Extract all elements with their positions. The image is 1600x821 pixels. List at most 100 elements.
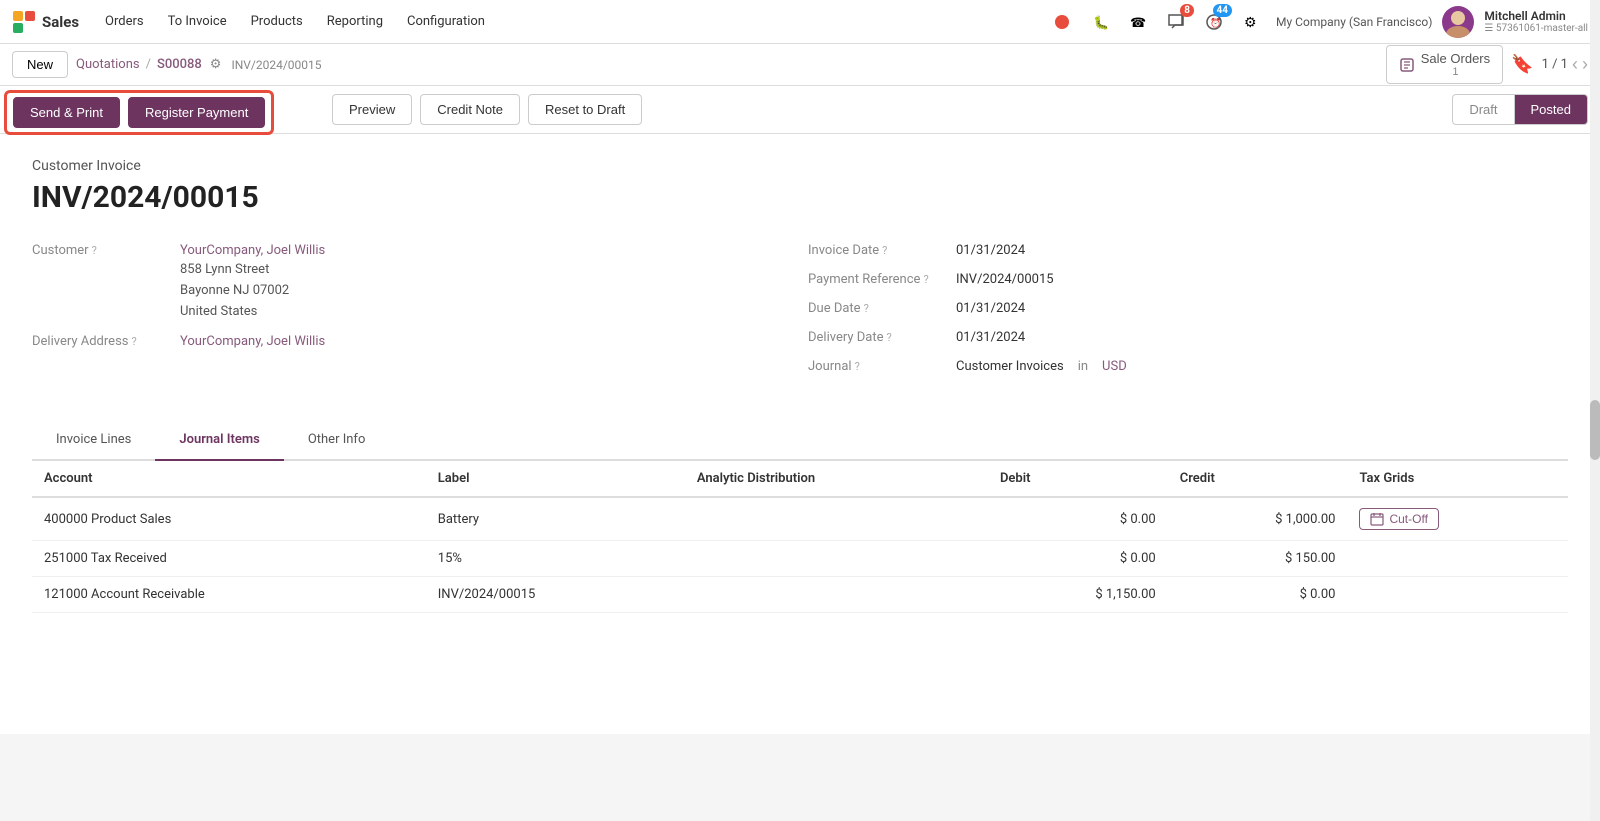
- main-content: Customer Invoice INV/2024/00015 Customer…: [0, 134, 1600, 734]
- invoice-date-field: Invoice Date ? 01/31/2024: [808, 243, 1568, 258]
- journal-in: in: [1078, 359, 1088, 374]
- reset-to-draft-button[interactable]: Reset to Draft: [528, 94, 642, 125]
- pagination: 1 / 1 ‹ ›: [1542, 54, 1588, 75]
- th-tax-grids: Tax Grids: [1347, 461, 1568, 497]
- posted-status-button[interactable]: Posted: [1515, 94, 1588, 125]
- nav-orders[interactable]: Orders: [95, 8, 154, 35]
- delivery-date-help-icon[interactable]: ?: [887, 331, 892, 344]
- form-grid: Customer ? YourCompany, Joel Willis 858 …: [32, 243, 1568, 388]
- chat-btn[interactable]: 8: [1162, 8, 1190, 36]
- scrollbar-thumb[interactable]: [1590, 400, 1600, 460]
- delivery-date-value: 01/31/2024: [956, 330, 1025, 345]
- th-analytic: Analytic Distribution: [685, 461, 988, 497]
- th-label: Label: [426, 461, 685, 497]
- preview-button[interactable]: Preview: [332, 94, 412, 125]
- prev-page-button[interactable]: ‹: [1572, 54, 1578, 75]
- app-logo[interactable]: Sales: [12, 10, 79, 34]
- sale-orders-label: Sale Orders: [1421, 51, 1490, 66]
- new-button[interactable]: New: [12, 51, 68, 78]
- row3-tax-grids: [1347, 577, 1568, 613]
- tab-other-info[interactable]: Other Info: [284, 420, 390, 461]
- row3-credit: $ 0.00: [1168, 577, 1348, 613]
- customer-name[interactable]: YourCompany, Joel Willis: [180, 243, 325, 258]
- next-page-button[interactable]: ›: [1582, 54, 1588, 75]
- journal-help-icon[interactable]: ?: [855, 360, 860, 373]
- journal-items-table: Account Label Analytic Distribution Debi…: [32, 461, 1568, 613]
- status-buttons: Draft Posted: [1452, 94, 1588, 125]
- nav-products[interactable]: Products: [241, 8, 313, 35]
- breadcrumb-right: Sale Orders 1 🔖 1 / 1 ‹ ›: [1386, 45, 1588, 84]
- row2-analytic: [685, 541, 988, 577]
- support-btn[interactable]: ☎: [1124, 8, 1152, 36]
- row1-tax-grids: Cut-Off: [1347, 497, 1568, 541]
- svg-text:☎: ☎: [1130, 16, 1146, 30]
- bookmark-icon[interactable]: 🔖: [1511, 54, 1533, 75]
- nav-reporting[interactable]: Reporting: [317, 8, 393, 35]
- journal-label: Journal ?: [808, 359, 948, 374]
- row2-debit: $ 0.00: [988, 541, 1168, 577]
- top-navigation: Sales Orders To Invoice Products Reporti…: [0, 0, 1600, 44]
- pagination-text: 1 / 1: [1542, 57, 1568, 72]
- cutoff-button[interactable]: Cut-Off: [1359, 508, 1438, 530]
- row1-credit: $ 1,000.00: [1168, 497, 1348, 541]
- due-date-field: Due Date ? 01/31/2024: [808, 301, 1568, 316]
- action-bar: Send & Print Register Payment Preview Cr…: [0, 86, 1600, 134]
- right-fields: Invoice Date ? 01/31/2024 Payment Refere…: [808, 243, 1568, 388]
- row2-credit: $ 150.00: [1168, 541, 1348, 577]
- company-name: My Company (San Francisco): [1276, 15, 1432, 29]
- table-row: 251000 Tax Received 15% $ 0.00 $ 150.00: [32, 541, 1568, 577]
- breadcrumb-bar: New Quotations / S00088 ⚙ INV/2024/00015…: [0, 44, 1600, 86]
- delivery-address-field: Delivery Address ? YourCompany, Joel Wil…: [32, 334, 792, 349]
- tab-journal-items[interactable]: Journal Items: [155, 420, 283, 461]
- journal-field: Journal ? Customer Invoices in USD: [808, 359, 1568, 374]
- breadcrumb-sub: INV/2024/00015: [231, 58, 321, 72]
- due-date-help-icon[interactable]: ?: [864, 302, 869, 315]
- svg-text:⏰: ⏰: [1210, 17, 1221, 29]
- settings-gear-icon[interactable]: ⚙: [210, 57, 222, 72]
- delivery-address-value[interactable]: YourCompany, Joel Willis: [180, 334, 325, 349]
- tab-invoice-lines[interactable]: Invoice Lines: [32, 420, 155, 461]
- row3-label: INV/2024/00015: [426, 577, 685, 613]
- customer-help-icon[interactable]: ?: [92, 244, 97, 257]
- tabs: Invoice Lines Journal Items Other Info: [32, 420, 1568, 461]
- nav-right-icons: 🐛 ☎ 8 ⏰ 44 ⚙ My Company (San Francisco) …: [1048, 6, 1588, 38]
- currency-link[interactable]: USD: [1102, 359, 1127, 374]
- row1-account: 400000 Product Sales: [32, 497, 426, 541]
- app-title: Sales: [42, 13, 79, 31]
- nav-menu: Orders To Invoice Products Reporting Con…: [95, 8, 495, 35]
- customer-address: 858 Lynn StreetBayonne NJ 07002United St…: [180, 260, 325, 322]
- send-print-button[interactable]: Send & Print: [13, 97, 120, 128]
- row3-debit: $ 1,150.00: [988, 577, 1168, 613]
- sale-orders-button[interactable]: Sale Orders 1: [1386, 45, 1503, 84]
- payment-ref-help-icon[interactable]: ?: [923, 273, 928, 286]
- nav-to-invoice[interactable]: To Invoice: [158, 8, 237, 35]
- row3-account: 121000 Account Receivable: [32, 577, 426, 613]
- bug-btn[interactable]: 🐛: [1086, 8, 1114, 36]
- credit-note-button[interactable]: Credit Note: [420, 94, 520, 125]
- draft-status-button[interactable]: Draft: [1452, 94, 1514, 125]
- row2-label: 15%: [426, 541, 685, 577]
- left-fields: Customer ? YourCompany, Joel Willis 858 …: [32, 243, 792, 388]
- avatar[interactable]: [1442, 6, 1474, 38]
- invoice-date-label: Invoice Date ?: [808, 243, 948, 258]
- sale-orders-icon: [1399, 57, 1415, 73]
- settings-btn[interactable]: ⚙: [1238, 8, 1266, 36]
- breadcrumb-parent[interactable]: Quotations: [76, 57, 140, 72]
- invoice-date-help-icon[interactable]: ?: [882, 244, 887, 257]
- row2-tax-grids: [1347, 541, 1568, 577]
- register-payment-button[interactable]: Register Payment: [128, 97, 265, 128]
- scrollbar[interactable]: [1590, 0, 1600, 821]
- nav-configuration[interactable]: Configuration: [397, 8, 495, 35]
- due-date-value: 01/31/2024: [956, 301, 1025, 316]
- delivery-address-label: Delivery Address ?: [32, 334, 172, 349]
- delivery-help-icon[interactable]: ?: [132, 335, 137, 348]
- row1-label: Battery: [426, 497, 685, 541]
- breadcrumb-current[interactable]: S00088: [157, 57, 202, 72]
- activity-btn[interactable]: ⏰ 44: [1200, 8, 1228, 36]
- logo-icon: [12, 10, 36, 34]
- user-info: Mitchell Admin ☰ 57361061-master-all: [1484, 9, 1588, 34]
- breadcrumb-separator: /: [146, 57, 151, 72]
- record-btn[interactable]: [1048, 8, 1076, 36]
- payment-ref-label: Payment Reference ?: [808, 272, 948, 287]
- due-date-label: Due Date ?: [808, 301, 948, 316]
